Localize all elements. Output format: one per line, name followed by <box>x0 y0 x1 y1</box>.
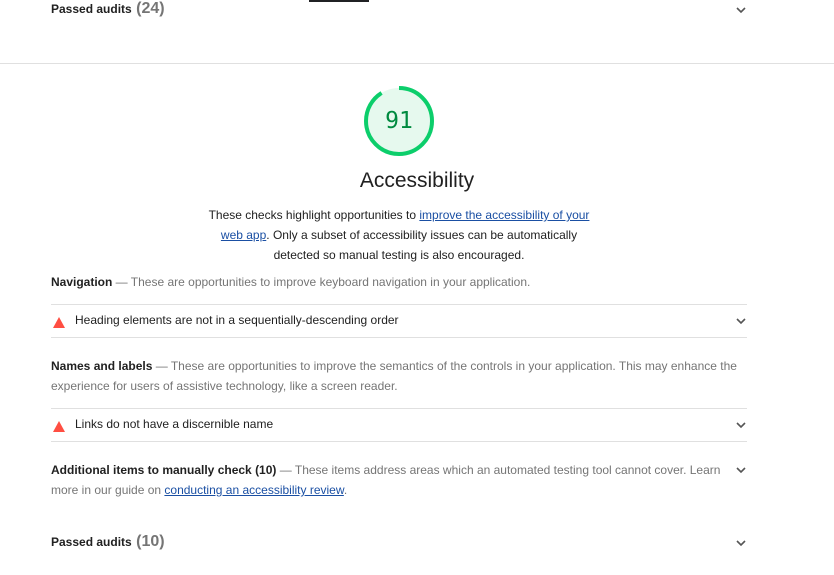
manual-checks-count: (10) <box>255 463 277 477</box>
manual-checks-title: Additional items to manually check <box>51 463 252 477</box>
chevron-down-icon[interactable] <box>735 4 747 16</box>
audit-label: Heading elements are not in a sequential… <box>75 313 399 327</box>
passed-audits-top-toggle[interactable]: Passed audits (24) <box>51 0 751 20</box>
chevron-down-icon[interactable] <box>735 315 747 327</box>
category-description-text-after: . Only a subset of accessibility issues … <box>266 228 578 262</box>
score-gauge: 91 <box>362 84 436 158</box>
fail-triangle-icon <box>53 419 65 437</box>
chevron-down-icon[interactable] <box>735 464 747 476</box>
passed-audits-label: Passed audits <box>51 535 132 549</box>
group-title: Navigation <box>51 275 113 289</box>
group-title: Names and labels <box>51 359 153 373</box>
audit-label: Links do not have a discernible name <box>75 417 274 431</box>
chevron-down-icon[interactable] <box>735 537 747 549</box>
chevron-down-icon[interactable] <box>735 419 747 431</box>
manual-checks-group[interactable]: Additional items to manually check (10) … <box>51 460 733 500</box>
group-separator: — <box>152 359 171 373</box>
manual-checks-period: . <box>343 483 348 497</box>
passed-audits-label: Passed audits <box>51 2 132 16</box>
passed-audits-count: (10) <box>136 533 165 550</box>
audit-heading-order[interactable]: Heading elements are not in a sequential… <box>51 304 747 338</box>
passed-audits-bottom-toggle[interactable]: Passed audits (10) <box>51 533 751 553</box>
audit-link-name[interactable]: Links do not have a discernible name <box>51 408 747 442</box>
group-separator: — <box>112 275 131 289</box>
category-title: Accessibility <box>359 169 475 192</box>
group-names-labels: Names and labels — These are opportuniti… <box>51 356 741 396</box>
accessibility-review-link[interactable]: conducting an accessibility review <box>164 483 343 497</box>
passed-audits-count: (24) <box>136 0 165 17</box>
group-description: These are opportunities to improve keybo… <box>130 275 531 289</box>
fail-triangle-icon <box>53 315 65 333</box>
group-navigation: Navigation — These are opportunities to … <box>51 272 741 292</box>
section-divider <box>0 63 834 64</box>
category-description: These checks highlight opportunities to … <box>204 205 594 265</box>
score-value: 91 <box>385 108 413 134</box>
category-description-text: These checks highlight opportunities to <box>208 208 420 222</box>
